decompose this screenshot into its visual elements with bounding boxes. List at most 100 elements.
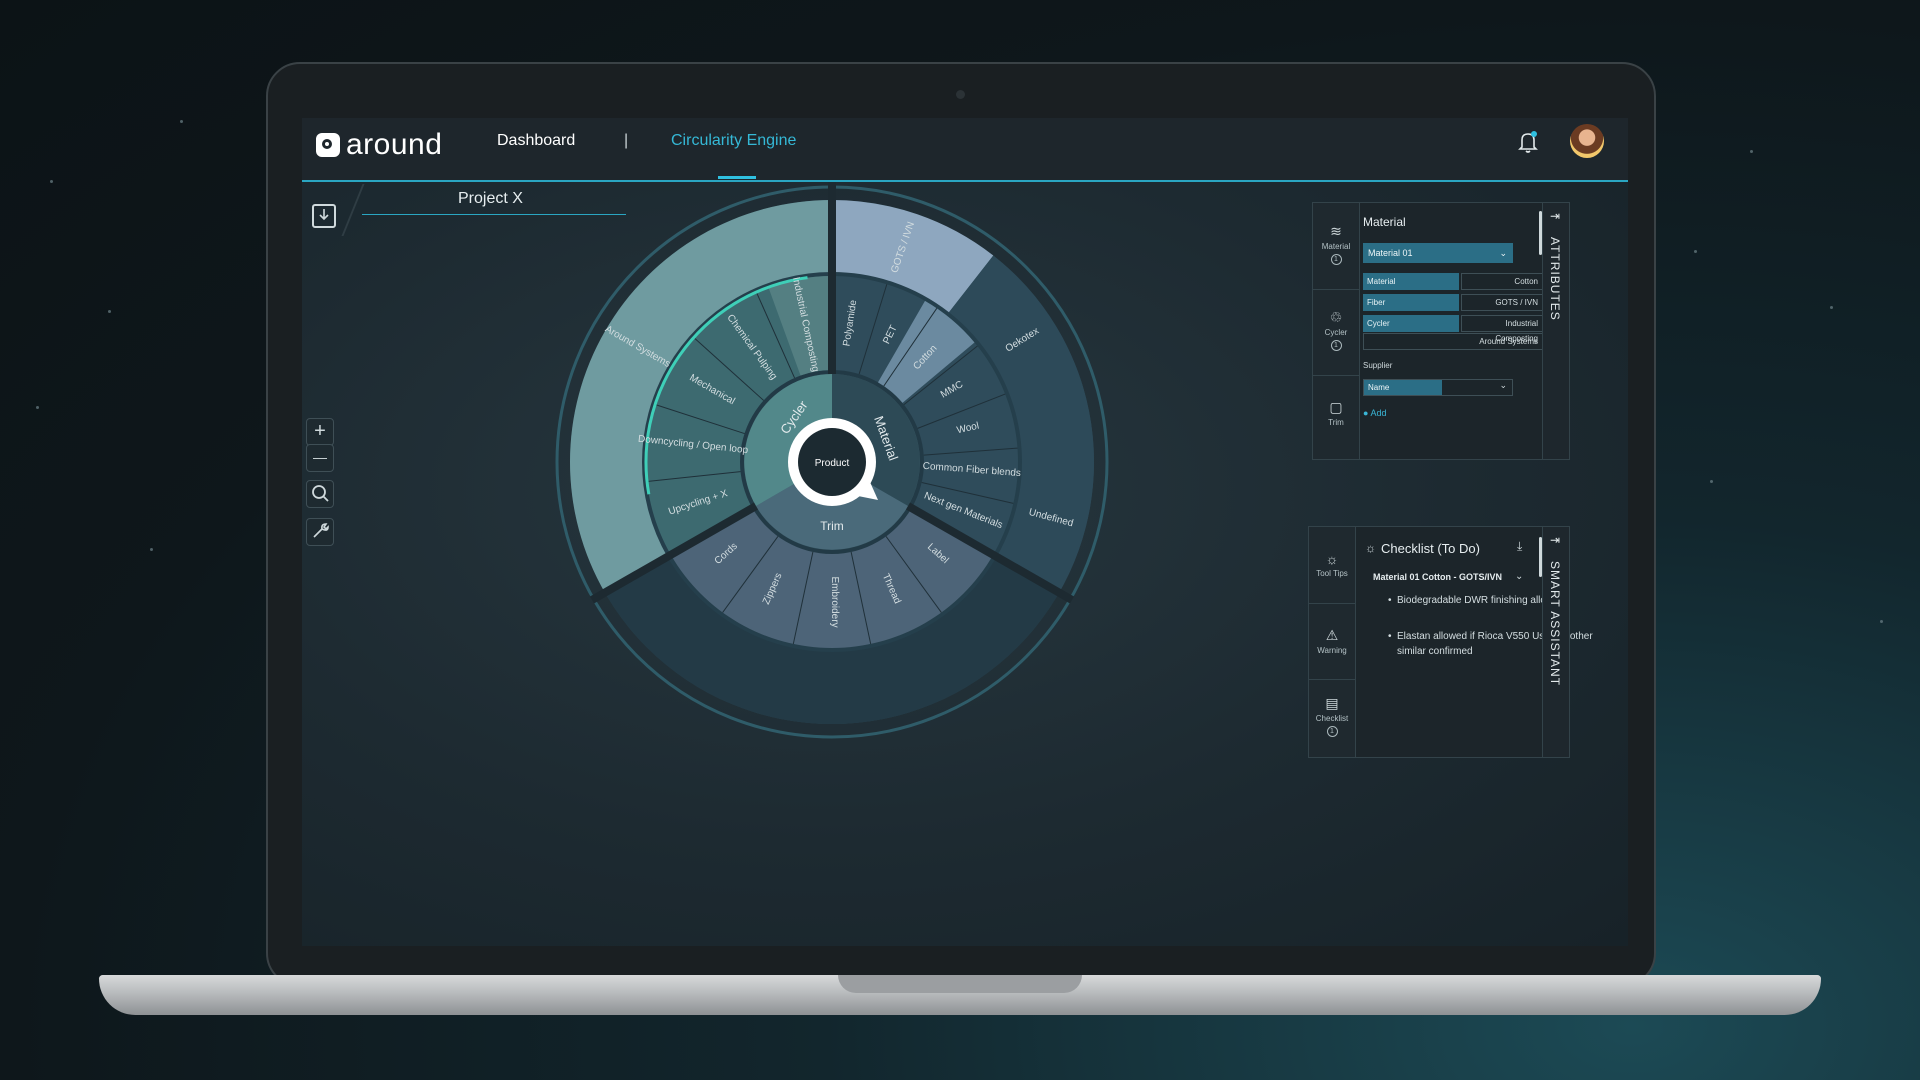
warning-icon: ⚠ xyxy=(1325,627,1339,643)
nav-circularity-engine[interactable]: Circularity Engine xyxy=(671,132,796,150)
app-screen: around Dashboard | Circularity Engine Pr… xyxy=(302,118,1628,946)
trim-label: Trim xyxy=(820,519,844,533)
star xyxy=(1830,306,1833,309)
tab-material[interactable]: ≋ Material 1 xyxy=(1313,223,1359,265)
download-icon[interactable]: ⤓ xyxy=(1517,539,1522,554)
plus-icon: + xyxy=(314,420,326,442)
tab-warning-label: Warning xyxy=(1317,646,1347,655)
attr-key: Material xyxy=(1363,273,1459,290)
tab-checklist-label: Checklist xyxy=(1315,714,1349,723)
smart-assistant-panel: ☼ Tool Tips ⚠ Warning ▤ Checklist 1 ☼ Ch… xyxy=(1308,526,1593,758)
attr-row-material: Material Cotton xyxy=(1363,273,1543,290)
star xyxy=(150,548,153,551)
trim-icon: ▢ xyxy=(1329,399,1343,415)
panel-title: Material xyxy=(1363,215,1406,229)
tab-trim-label: Trim xyxy=(1328,418,1344,427)
star xyxy=(50,180,53,183)
attr-value[interactable]: Around Systems xyxy=(1363,333,1543,350)
tab-tool-tips[interactable]: ☼ Tool Tips xyxy=(1309,551,1355,578)
logo-icon xyxy=(316,133,340,157)
star xyxy=(1694,250,1697,253)
star xyxy=(180,120,183,123)
tab-trim[interactable]: ▢ Trim xyxy=(1313,399,1359,427)
material-dropdown[interactable]: Material 01 ⌄ xyxy=(1363,243,1513,263)
chevron-down-icon: ⌄ xyxy=(1499,248,1507,258)
nav-separator: | xyxy=(624,132,629,149)
checklist-title: Checklist (To Do) xyxy=(1381,541,1480,556)
supplier-label: Supplier xyxy=(1363,361,1393,370)
star xyxy=(1750,150,1753,153)
tab-warning[interactable]: ⚠ Warning xyxy=(1309,627,1355,655)
collapse-panel-icon[interactable]: ⇥ xyxy=(1550,209,1560,223)
star xyxy=(36,406,39,409)
star xyxy=(1880,620,1883,623)
lightbulb-icon: ☼ xyxy=(1365,541,1376,555)
supplier-select[interactable]: Name ⌄ xyxy=(1363,379,1513,396)
attr-row-fiber: Fiber GOTS / IVN xyxy=(1363,294,1543,311)
top-bar: around Dashboard | Circularity Engine xyxy=(302,118,1628,182)
chevron-down-icon[interactable]: ⌄ xyxy=(1515,571,1523,582)
bell-icon[interactable] xyxy=(1518,130,1538,154)
search-icon xyxy=(312,485,329,502)
attributes-rail: ⇥ ATTRIBUTES xyxy=(1542,203,1569,459)
tab-material-label: Material xyxy=(1321,242,1351,251)
recycle-icon: ♲ xyxy=(1329,309,1343,325)
supplier-field: Name xyxy=(1364,380,1442,395)
logo[interactable]: around xyxy=(316,128,442,162)
star xyxy=(108,310,111,313)
nav-dashboard[interactable]: Dashboard xyxy=(497,132,575,150)
nav-active-indicator xyxy=(718,176,756,179)
trim-segment-label: Embroidery xyxy=(829,576,840,627)
assistant-vertical-title: SMART ASSISTANT xyxy=(1548,561,1562,687)
attr-value[interactable]: Cotton xyxy=(1461,273,1543,290)
zoom-out-button[interactable]: — xyxy=(306,444,334,472)
attr-key: Cycler xyxy=(1363,315,1459,332)
attr-key: Fiber xyxy=(1363,294,1459,311)
chevron-down-icon: ⌄ xyxy=(1499,380,1507,390)
download-icon xyxy=(319,209,329,221)
attr-row-cycler: Cycler Industrial Composting xyxy=(1363,315,1543,343)
attributes-vertical-title: ATTRIBUTES xyxy=(1548,237,1562,321)
checklist-item-header[interactable]: Material 01 Cotton - GOTS/IVN xyxy=(1373,572,1502,582)
search-button[interactable] xyxy=(306,480,334,508)
assistant-rail: ⇥ SMART ASSISTANT xyxy=(1542,527,1569,757)
attr-value[interactable]: GOTS / IVN xyxy=(1461,294,1543,311)
plus-circle-icon: ● xyxy=(1363,408,1369,418)
tab-cycler[interactable]: ♲ Cycler 1 xyxy=(1313,309,1359,351)
add-supplier-button[interactable]: ● Add xyxy=(1363,408,1386,418)
tab-divider xyxy=(1313,289,1359,290)
tab-cycler-count: 1 xyxy=(1330,340,1342,351)
clipboard-icon: ▤ xyxy=(1325,695,1339,711)
avatar[interactable] xyxy=(1570,124,1604,158)
tab-checklist-count: 1 xyxy=(1326,726,1338,737)
star xyxy=(1710,480,1713,483)
project-title: Project X xyxy=(458,190,523,207)
material-dropdown-value: Material 01 xyxy=(1368,248,1413,258)
attr-row-cycler-extra: Around Systems xyxy=(1363,333,1543,350)
tab-material-count: 1 xyxy=(1330,254,1342,265)
collapse-panel-icon[interactable]: ⇥ xyxy=(1550,533,1560,547)
tab-divider xyxy=(1309,679,1355,680)
layers-icon: ≋ xyxy=(1330,223,1342,239)
export-button[interactable] xyxy=(312,204,336,228)
tab-tool-tips-label: Tool Tips xyxy=(1316,569,1348,578)
attributes-panel: ≋ Material 1 ♲ Cycler 1 ▢ Trim Material … xyxy=(1312,202,1570,460)
laptop-notch xyxy=(838,975,1082,993)
wrench-icon xyxy=(313,523,329,538)
add-label: Add xyxy=(1370,408,1387,418)
attr-value[interactable]: Industrial Composting xyxy=(1461,315,1543,343)
circularity-wheel[interactable]: Product Cycler Material Trim Industrial … xyxy=(552,182,1112,742)
attributes-side-tabs: ≋ Material 1 ♲ Cycler 1 ▢ Trim xyxy=(1313,203,1360,459)
camera xyxy=(956,90,965,99)
lightbulb-icon: ☼ xyxy=(1325,551,1339,567)
assistant-side-tabs: ☼ Tool Tips ⚠ Warning ▤ Checklist 1 xyxy=(1309,527,1356,757)
tools-button[interactable] xyxy=(306,518,334,546)
tab-divider xyxy=(1309,603,1355,604)
minus-icon: — xyxy=(313,449,327,465)
tab-cycler-label: Cycler xyxy=(1324,328,1348,337)
tab-divider xyxy=(1313,375,1359,376)
product-label: Product xyxy=(815,458,850,469)
zoom-in-button[interactable]: + xyxy=(306,418,334,446)
tab-checklist[interactable]: ▤ Checklist 1 xyxy=(1309,695,1355,737)
logo-text: around xyxy=(346,128,443,161)
